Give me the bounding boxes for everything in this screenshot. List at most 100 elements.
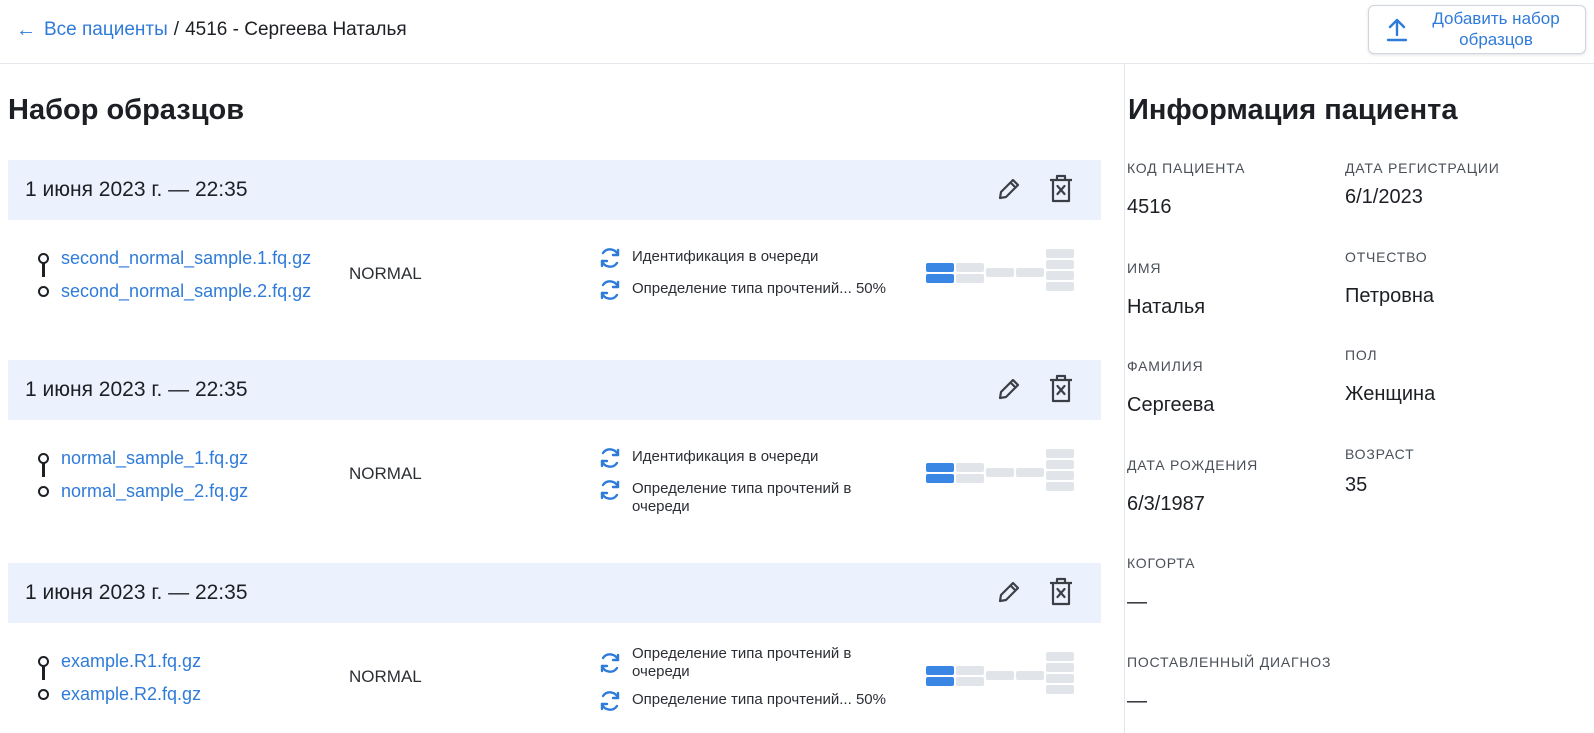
progress-cell: [1046, 282, 1074, 291]
sample-type: NORMAL: [349, 264, 422, 283]
progress-cell: [926, 677, 954, 686]
status-row: Идентификация в очереди: [598, 446, 902, 470]
refresh-icon: [600, 448, 620, 468]
patient-info-title: Информация пациента: [1128, 94, 1458, 126]
progress-cell: [1046, 471, 1074, 480]
field-patronymic: Отчество Петровна: [1345, 249, 1434, 308]
field-registration-date: Дата регистрации 6/1/2023: [1345, 160, 1500, 209]
back-arrow-icon[interactable]: ←: [16, 20, 36, 40]
sample-set-card: 1 июня 2023 г. — 22:35 second_normal_sam…: [8, 160, 1101, 330]
breadcrumb-all-patients-link[interactable]: Все пациенты: [44, 19, 168, 41]
status-list: Идентификация в очереди Определение типа…: [598, 246, 902, 310]
sample-set-card: 1 июня 2023 г. — 22:35 example.R1.fq.gz …: [8, 563, 1101, 733]
field-value: 6/1/2023: [1345, 186, 1423, 208]
delete-trash-icon[interactable]: [1048, 374, 1074, 404]
delete-trash-icon[interactable]: [1048, 174, 1074, 204]
progress-cell: [926, 474, 954, 483]
progress-cell: [1046, 685, 1074, 694]
file-link[interactable]: second_normal_sample.1.fq.gz: [61, 248, 311, 269]
field-label: Дата регистрации: [1345, 160, 1500, 176]
progress-cell: [956, 274, 984, 283]
progress-cell: [986, 671, 1014, 680]
sample-set-date: 1 июня 2023 г. — 22:35: [25, 581, 248, 604]
field-diagnosis: Поставленный диагноз —: [1127, 654, 1331, 713]
progress-cell: [986, 268, 1014, 277]
field-value: 4516: [1127, 196, 1172, 218]
progress-cell: [1046, 674, 1074, 683]
field-age: Возраст 35: [1345, 446, 1414, 497]
status-row: Определение типа прочтений... 50%: [598, 278, 902, 302]
sample-set-card: 1 июня 2023 г. — 22:35 normal_sample_1.f…: [8, 360, 1101, 530]
progress-cell: [1046, 249, 1074, 258]
progress-cell: [1046, 460, 1074, 469]
edit-pencil-icon[interactable]: [996, 176, 1022, 202]
sample-set-header: 1 июня 2023 г. — 22:35: [8, 360, 1101, 420]
file-row: normal_sample_1.fq.gz: [38, 442, 248, 475]
progress-cell: [926, 463, 954, 472]
sample-sets-title: Набор образцов: [8, 94, 245, 126]
file-row: second_normal_sample.2.fq.gz: [38, 275, 311, 308]
sample-set-body: example.R1.fq.gz example.R2.fq.gz NORMAL…: [8, 623, 1101, 733]
file-list: normal_sample_1.fq.gz normal_sample_2.fq…: [38, 442, 248, 508]
edit-pencil-icon[interactable]: [996, 376, 1022, 402]
field-value: —: [1127, 591, 1147, 613]
refresh-icon: [600, 248, 620, 268]
progress-cell: [956, 263, 984, 272]
field-label: Фамилия: [1127, 358, 1204, 374]
file-link[interactable]: example.R2.fq.gz: [61, 684, 201, 705]
status-text: Определение типа прочтений... 50%: [632, 691, 886, 708]
file-dot-icon: [38, 689, 49, 700]
status-list: Идентификация в очереди Определение типа…: [598, 446, 902, 524]
progress-cell: [926, 274, 954, 283]
field-birth-date: Дата рождения 6/3/1987: [1127, 457, 1258, 516]
status-text: Определение типа прочтений в очереди: [632, 645, 852, 680]
progress-cell: [986, 468, 1014, 477]
progress-cell: [1046, 449, 1074, 458]
breadcrumb-current-patient: 4516 - Сергеева Наталья: [185, 19, 407, 40]
progress-cell: [1016, 268, 1044, 277]
file-list: second_normal_sample.1.fq.gz second_norm…: [38, 242, 311, 308]
progress-cell: [1016, 468, 1044, 477]
progress-cell: [1046, 260, 1074, 269]
sample-set-date: 1 июня 2023 г. — 22:35: [25, 178, 248, 201]
file-link[interactable]: example.R1.fq.gz: [61, 651, 201, 672]
sample-set-header: 1 июня 2023 г. — 22:35: [8, 160, 1101, 220]
field-label: Имя: [1127, 260, 1162, 276]
field-label: Пол: [1345, 347, 1378, 363]
status-row: Определение типа прочтений в очереди: [598, 478, 902, 516]
edit-pencil-icon[interactable]: [996, 579, 1022, 605]
file-link[interactable]: second_normal_sample.2.fq.gz: [61, 281, 311, 302]
field-value: 6/3/1987: [1127, 493, 1205, 515]
file-row: example.R1.fq.gz: [38, 645, 201, 678]
status-row: Определение типа прочтений... 50%: [598, 689, 902, 713]
patient-info-panel: Информация пациента Код пациента 4516 Да…: [1125, 64, 1594, 733]
field-label: Поставленный диагноз: [1127, 654, 1332, 670]
breadcrumb-separator: /: [173, 19, 180, 40]
file-row: second_normal_sample.1.fq.gz: [38, 242, 311, 275]
status-text: Идентификация в очереди: [632, 448, 819, 465]
field-last-name: Фамилия Сергеева: [1127, 358, 1214, 417]
progress-cell: [1046, 482, 1074, 491]
file-connector-line: [42, 463, 45, 477]
add-sample-set-button[interactable]: Добавить набор образцов: [1368, 5, 1586, 54]
field-value: Петровна: [1345, 285, 1435, 307]
field-value: Наталья: [1127, 296, 1206, 318]
field-first-name: Имя Наталья: [1127, 260, 1205, 319]
field-sex: Пол Женщина: [1345, 347, 1435, 406]
file-link[interactable]: normal_sample_2.fq.gz: [61, 481, 248, 502]
field-label: Когорта: [1127, 555, 1196, 571]
sample-type: NORMAL: [349, 464, 422, 483]
refresh-icon: [600, 691, 620, 711]
progress-cell: [1016, 671, 1044, 680]
refresh-icon: [600, 280, 620, 300]
field-label: Возраст: [1345, 446, 1415, 462]
file-dot-icon: [38, 486, 49, 497]
field-value: Сергеева: [1127, 394, 1215, 416]
file-dot-icon: [38, 286, 49, 297]
file-link[interactable]: normal_sample_1.fq.gz: [61, 448, 248, 469]
delete-trash-icon[interactable]: [1048, 577, 1074, 607]
status-text: Определение типа прочтений в очереди: [632, 480, 852, 515]
add-sample-set-label: Добавить набор образцов: [1432, 9, 1560, 49]
status-text: Идентификация в очереди: [632, 248, 819, 265]
progress-cell: [956, 666, 984, 675]
